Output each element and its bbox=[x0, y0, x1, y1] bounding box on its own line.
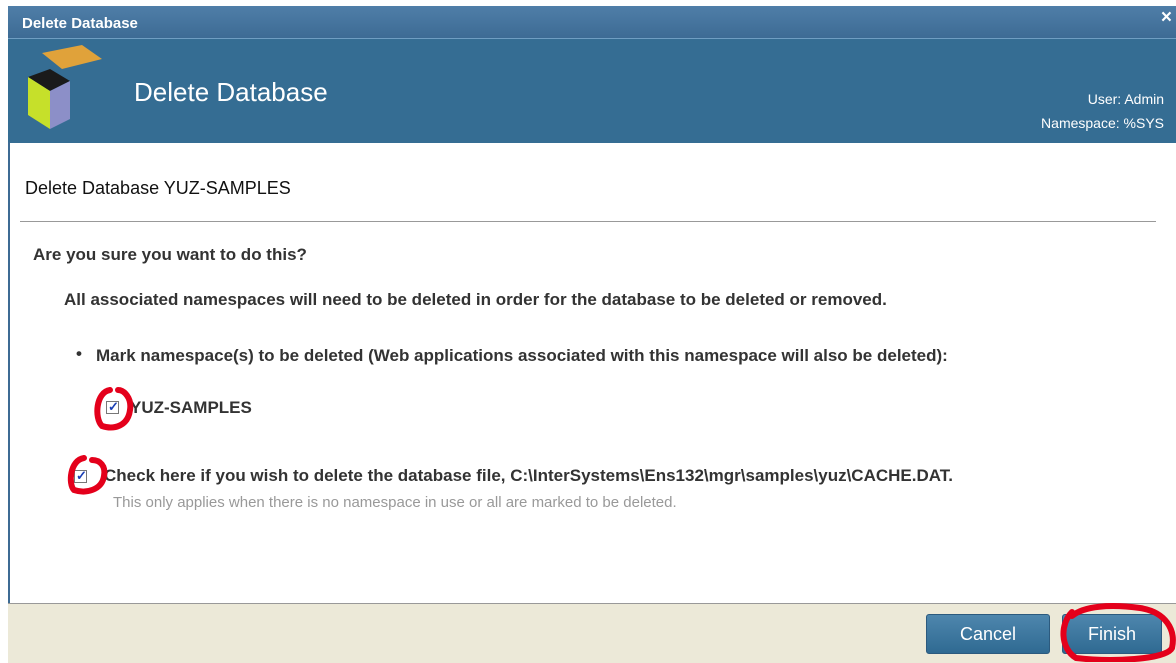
header-title: Delete Database bbox=[134, 77, 328, 107]
namespace-name: YUZ-SAMPLES bbox=[130, 398, 252, 417]
window-titlebar: Delete Database × bbox=[8, 6, 1176, 38]
user-info: User: Admin Namespace: %SYS bbox=[1041, 87, 1164, 135]
delete-file-hint: This only applies when there is no names… bbox=[113, 494, 677, 511]
delete-file-checkbox[interactable] bbox=[74, 468, 87, 484]
cancel-button[interactable]: Cancel bbox=[926, 614, 1050, 654]
user-label: User: Admin bbox=[1087, 91, 1164, 107]
dialog-header: Delete Database User: Admin Namespace: %… bbox=[8, 38, 1176, 143]
list-bullet: • bbox=[76, 344, 82, 363]
delete-file-label: Check here if you wish to delete the dat… bbox=[104, 466, 953, 485]
cube-logo-icon bbox=[28, 45, 102, 129]
mark-namespaces-label: Mark namespace(s) to be deleted (Web app… bbox=[96, 346, 948, 365]
divider bbox=[20, 221, 1156, 222]
namespace-checkbox[interactable] bbox=[106, 399, 119, 415]
confirm-question: Are you sure you want to do this? bbox=[33, 245, 307, 264]
namespace-note: All associated namespaces will need to b… bbox=[64, 290, 887, 309]
namespace-label: Namespace: %SYS bbox=[1041, 115, 1164, 131]
window-title: Delete Database bbox=[22, 15, 138, 32]
frame-left-border bbox=[8, 142, 10, 662]
dialog-subtitle: Delete Database YUZ-SAMPLES bbox=[25, 178, 291, 198]
finish-button[interactable]: Finish bbox=[1062, 614, 1162, 654]
close-icon[interactable]: × bbox=[1161, 7, 1172, 29]
